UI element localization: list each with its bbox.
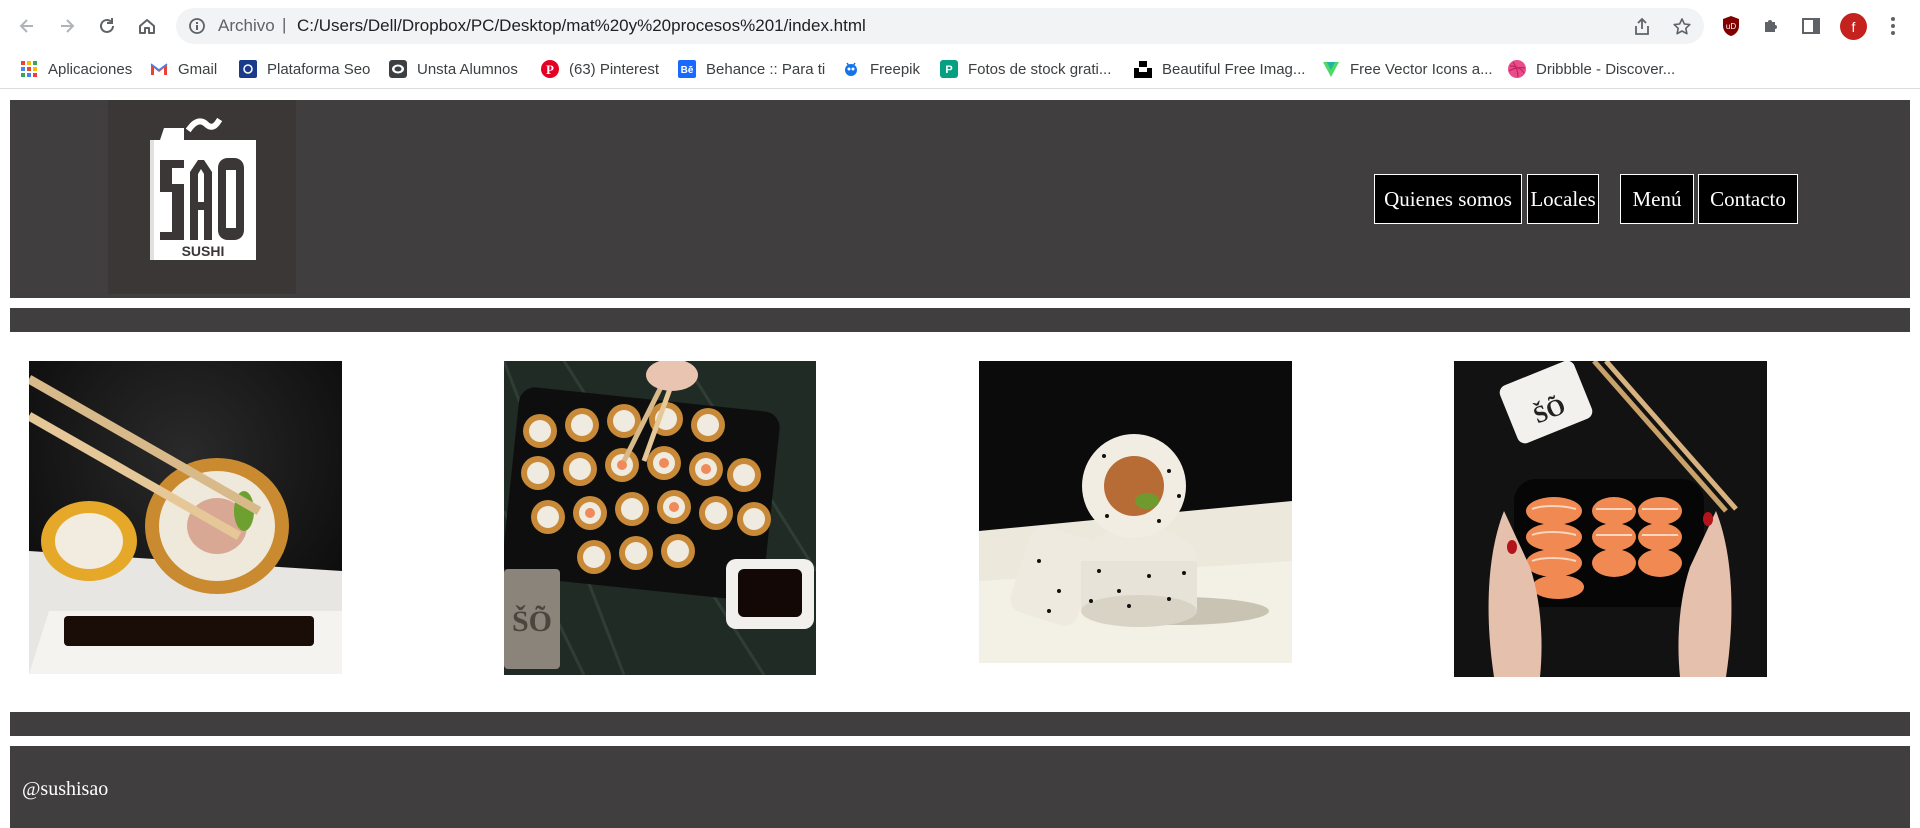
bookmark-plataforma-seo[interactable]: Plataforma Seo: [239, 56, 370, 82]
bookmark-label: Aplicaciones: [48, 60, 133, 78]
kebab-menu-icon: [1891, 17, 1895, 35]
side-panel-icon: [1802, 18, 1820, 34]
svg-text:P: P: [546, 62, 554, 77]
salmon-box-photo: ŠÕ: [1454, 361, 1767, 677]
browser-toolbar: Archivo | C:/Users/Dell/Dropbox/PC/Deskt…: [0, 0, 1920, 52]
apps-grid-icon: [20, 60, 38, 78]
home-icon: [139, 19, 155, 34]
bookmark-stock-photos[interactable]: P Fotos de stock grati...: [940, 56, 1111, 82]
address-url[interactable]: C:/Users/Dell/Dropbox/PC/Desktop/mat%20y…: [297, 16, 866, 36]
gallery-photo-2: ŠÕ: [504, 361, 816, 675]
freepik-icon: [842, 60, 860, 78]
behance-icon: Bē: [678, 60, 696, 78]
sesame-rolls-photo: [979, 361, 1292, 663]
bookmark-behance[interactable]: Bē Behance :: Para ti: [678, 56, 825, 82]
gallery-photo-4: ŠÕ: [1454, 361, 1767, 677]
svg-text:P: P: [945, 64, 952, 76]
bookmark-label: Behance :: Para ti: [706, 60, 826, 78]
site-header: SUSHI Quienes somos Locales Menú Contact…: [10, 100, 1910, 298]
bookmark-label: Gmail: [178, 60, 218, 78]
svg-text:ŠÕ: ŠÕ: [512, 605, 552, 638]
address-scheme-label: Archivo: [218, 16, 275, 35]
nav-menu[interactable]: Menú: [1620, 174, 1694, 224]
home-button[interactable]: [134, 13, 160, 39]
browser-menu-button[interactable]: [1882, 15, 1904, 37]
stock-photos-icon: P: [940, 60, 958, 78]
gallery-photo-3: [979, 361, 1292, 663]
nav-locales[interactable]: Locales: [1527, 174, 1599, 224]
bookmark-aplicaciones[interactable]: Aplicaciones: [20, 56, 132, 82]
seo-icon: [239, 60, 257, 78]
bookmark-label: Unsta Alumnos: [417, 60, 518, 78]
bookmark-label: Dribbble - Discover...: [1536, 60, 1676, 78]
unsplash-icon: [1134, 60, 1152, 78]
profile-avatar[interactable]: f: [1840, 13, 1867, 40]
address-bar[interactable]: Archivo | C:/Users/Dell/Dropbox/PC/Deskt…: [176, 8, 1704, 44]
puzzle-piece-icon: [1765, 20, 1777, 32]
sushi-tray-photo: ŠÕ: [504, 361, 816, 675]
reload-icon: [100, 18, 114, 33]
bookmark-gmail[interactable]: Gmail: [150, 56, 217, 82]
unsta-icon: [389, 60, 407, 78]
logo-sub-text: SUSHI: [182, 243, 225, 259]
bookmark-label: (63) Pinterest: [569, 60, 660, 78]
ublock-shield-icon: uD: [1723, 16, 1739, 36]
forward-button[interactable]: [54, 13, 80, 39]
bookmark-label: Free Vector Icons a...: [1350, 60, 1493, 78]
bookmark-label: Fotos de stock grati...: [968, 60, 1112, 78]
site-footer: @sushisao: [10, 746, 1910, 828]
back-button[interactable]: [14, 13, 40, 39]
bookmark-free-vector-icons[interactable]: Free Vector Icons a...: [1322, 56, 1493, 82]
sao-sushi-logo: SUSHI: [150, 117, 256, 260]
bookmark-pinterest[interactable]: P (63) Pinterest: [541, 56, 659, 82]
gmail-icon: [150, 60, 168, 78]
bookmark-label: Beautiful Free Imag...: [1162, 60, 1306, 78]
bookmark-star-icon[interactable]: [1672, 17, 1692, 37]
nav-quienes-somos[interactable]: Quienes somos: [1374, 174, 1522, 224]
side-panel-button[interactable]: [1800, 15, 1822, 37]
bookmarks-bar: Aplicaciones Gmail Plataforma Seo Unsta …: [0, 52, 1920, 89]
svg-text:uD: uD: [1726, 22, 1736, 31]
nav-contacto[interactable]: Contacto: [1698, 174, 1798, 224]
svg-text:Bē: Bē: [681, 65, 694, 76]
reload-button[interactable]: [94, 13, 120, 39]
back-arrow-icon: [19, 19, 33, 33]
sushi-chopsticks-photo: [29, 361, 342, 674]
ublock-extension-button[interactable]: uD: [1720, 15, 1742, 37]
forward-arrow-icon: [61, 19, 75, 33]
info-icon[interactable]: [188, 17, 206, 35]
bookmark-unsta-alumnos[interactable]: Unsta Alumnos: [389, 56, 518, 82]
bookmark-unsplash[interactable]: Beautiful Free Imag...: [1134, 56, 1305, 82]
dribbble-icon: [1508, 60, 1526, 78]
pinterest-icon: P: [541, 60, 559, 78]
address-separator: |: [282, 15, 287, 34]
gallery-photo-1: [29, 361, 342, 674]
bookmark-dribbble[interactable]: Dribbble - Discover...: [1508, 56, 1675, 82]
divider-band-top: [10, 308, 1910, 332]
bookmark-label: Plataforma Seo: [267, 60, 371, 78]
footer-handle[interactable]: @sushisao: [22, 778, 108, 801]
vector-icons-icon: [1322, 60, 1340, 78]
bookmark-freepik[interactable]: Freepik: [842, 56, 920, 82]
share-icon[interactable]: [1632, 17, 1652, 37]
bookmark-label: Freepik: [870, 60, 921, 78]
extensions-button[interactable]: [1760, 15, 1782, 37]
site-logo[interactable]: SUSHI: [108, 100, 296, 294]
divider-band-bottom: [10, 712, 1910, 736]
